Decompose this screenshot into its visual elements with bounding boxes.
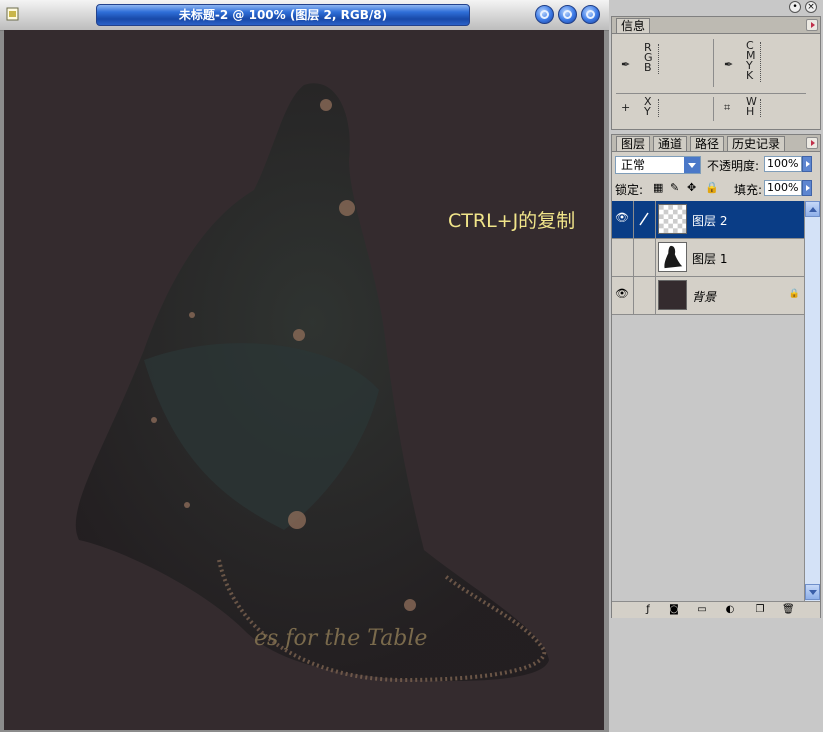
eyedropper-icon: ✒ (621, 58, 631, 71)
layers-footer-toolbar: ƒ ◙ ▭ ◐ ❐ 🗑 (612, 601, 820, 618)
info-panel: 信息 ✒ R G B ✒ C M Y K + X Y ⌗ W H (611, 16, 821, 130)
chevron-down-icon[interactable] (684, 157, 700, 173)
layer-link-cell[interactable] (634, 277, 656, 314)
scroll-up-button[interactable] (805, 201, 820, 217)
info-menu-button[interactable] (806, 19, 818, 31)
lock-icon: 🔒 (788, 289, 800, 299)
blend-mode-select[interactable]: 正常 (615, 156, 701, 174)
selection-size-icon: ⌗ (724, 101, 731, 114)
layer-thumbnail (658, 242, 687, 272)
dress-image (75, 83, 550, 683)
info-divider (713, 39, 714, 87)
minimize-icon (540, 10, 549, 19)
cmyk-labels: C M Y K (746, 40, 756, 82)
layer-style-icon[interactable]: ƒ (642, 604, 654, 615)
dock-icon[interactable]: • (789, 1, 801, 13)
image-caption-text: es for the Table (254, 626, 428, 651)
eye-icon: 👁 (615, 211, 629, 224)
trash-icon[interactable]: 🗑 (782, 604, 795, 615)
layer-mask-icon[interactable]: ◙ (668, 604, 680, 615)
maximize-button[interactable] (558, 5, 577, 24)
wh-labels: W H (746, 96, 757, 118)
visibility-toggle[interactable] (612, 239, 634, 276)
palette-top-controls: • × (787, 1, 821, 15)
image-canvas[interactable]: es for the Table CTRL+J的复制 (4, 30, 604, 730)
scroll-down-button[interactable] (805, 584, 820, 600)
crosshair-icon: + (621, 101, 631, 114)
info-tabstrip: 信息 (612, 17, 820, 34)
layer-thumbnail (658, 204, 687, 234)
fill-label: 填充: (734, 183, 763, 197)
layer-thumbnail (658, 280, 687, 310)
opacity-input[interactable]: 100% (764, 156, 802, 172)
document-icon (6, 7, 19, 21)
document-title-bar[interactable]: 未标题-2 @ 100% (图层 2, RGB/8) (0, 0, 609, 31)
y-coord-label: Y (644, 105, 651, 118)
rgb-values (658, 44, 660, 74)
layer-name: 背景 (692, 290, 717, 304)
layer-row-background[interactable]: 👁 背景 🔒 (612, 277, 804, 315)
lock-label: 锁定: (615, 183, 644, 197)
tab-paths[interactable]: 路径 (690, 136, 725, 151)
layers-menu-button[interactable] (806, 137, 818, 149)
palette-area: • × 信息 ✒ R G B ✒ C M Y K + X Y ⌗ W H 图层 … (609, 0, 823, 732)
layer-name: 图层 1 (692, 252, 728, 266)
layer-link-cell[interactable] (634, 201, 656, 238)
tab-channels[interactable]: 通道 (653, 136, 688, 151)
visibility-toggle[interactable]: 👁 (612, 201, 634, 238)
opacity-label: 不透明度: (707, 159, 760, 173)
layer-row-1[interactable]: 图层 1 (612, 239, 804, 277)
lock-pixels-icon[interactable]: ✎ (670, 181, 679, 194)
wh-values (760, 99, 762, 117)
k-label: K (746, 69, 754, 82)
adjustment-layer-icon[interactable]: ◐ (724, 604, 736, 615)
layer-link-cell[interactable] (634, 239, 656, 276)
visibility-toggle[interactable]: 👁 (612, 277, 634, 314)
close-icon (586, 10, 595, 19)
rgb-labels: R G B (644, 42, 653, 74)
tutorial-annotation: CTRL+J的复制 (448, 210, 576, 232)
new-layer-icon[interactable]: ❐ (754, 604, 766, 615)
xy-values (658, 99, 660, 117)
info-divider (713, 97, 714, 121)
lock-position-icon[interactable]: ✥ (687, 181, 696, 194)
fill-slider-button[interactable] (802, 180, 812, 196)
b-label: B (644, 61, 652, 74)
layer-name: 图层 2 (692, 214, 728, 228)
xy-labels: X Y (644, 96, 652, 118)
layers-tabstrip: 图层 通道 路径 历史记录 (612, 135, 820, 152)
eyedropper-icon: ✒ (724, 58, 734, 71)
info-row-divider (616, 93, 806, 94)
fill-input[interactable]: 100% (764, 180, 802, 196)
eye-icon: 👁 (615, 287, 629, 300)
window-title: 未标题-2 @ 100% (图层 2, RGB/8) (96, 4, 470, 26)
cmyk-values (760, 42, 762, 82)
tab-layers[interactable]: 图层 (616, 136, 651, 151)
lock-all-icon[interactable]: 🔒 (705, 181, 719, 194)
layer-row-2[interactable]: 👁 图层 2 (612, 201, 804, 239)
lock-transparency-icon[interactable]: ▦ (653, 181, 663, 194)
minimize-button[interactable] (535, 5, 554, 24)
new-group-icon[interactable]: ▭ (696, 604, 708, 615)
maximize-icon (563, 10, 572, 19)
document-window: 未标题-2 @ 100% (图层 2, RGB/8) es for the Ta… (0, 0, 609, 732)
palette-close-icon[interactable]: × (805, 1, 817, 13)
h-label: H (746, 105, 755, 118)
layers-panel: 图层 通道 路径 历史记录 正常 不透明度: 100% 锁定: ▦ ✎ ✥ 🔒 … (611, 134, 821, 618)
opacity-slider-button[interactable] (802, 156, 812, 172)
blend-mode-value: 正常 (621, 158, 646, 172)
brush-icon (639, 212, 649, 226)
layer-list: 👁 图层 2 图层 1 👁 背景 🔒 (612, 201, 804, 601)
close-button[interactable] (581, 5, 600, 24)
tab-info[interactable]: 信息 (616, 18, 651, 33)
tab-history[interactable]: 历史记录 (727, 136, 786, 151)
layers-scrollbar[interactable] (804, 201, 820, 601)
